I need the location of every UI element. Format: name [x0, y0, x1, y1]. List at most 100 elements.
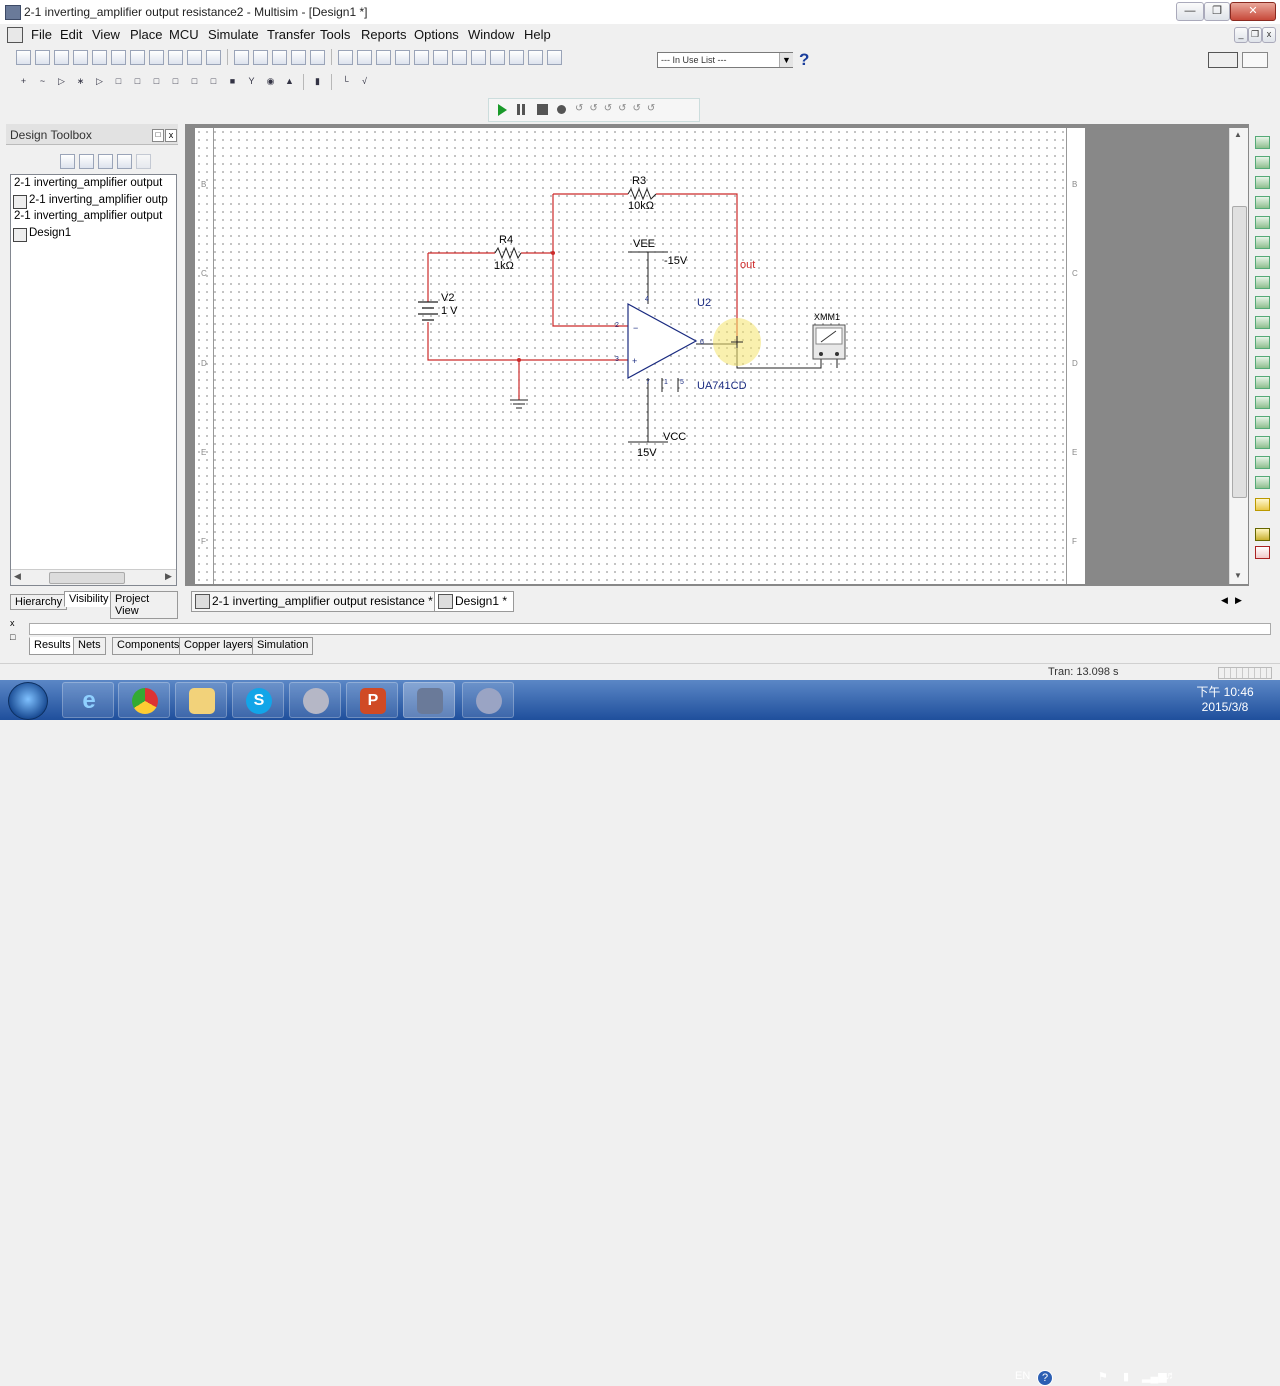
language-indicator[interactable]: EN — [1015, 1370, 1030, 1382]
start-button[interactable] — [8, 682, 48, 720]
multimeter-xmm1[interactable] — [812, 324, 846, 360]
measurement-probe-icon[interactable] — [1255, 498, 1270, 511]
current-probe-icon[interactable] — [1255, 546, 1270, 559]
taskbar-multisim[interactable] — [403, 682, 455, 718]
tab-copper-layers[interactable]: Copper layers — [179, 637, 258, 655]
system-clock[interactable]: 下午 10:46 2015/3/8 — [1190, 683, 1260, 714]
iv-analyzer-icon[interactable] — [1255, 336, 1270, 349]
r4-value[interactable]: 1kΩ — [494, 260, 514, 272]
vertical-scrollbar[interactable]: ▲ ▼ — [1229, 128, 1248, 584]
multisim-icon — [417, 688, 443, 714]
tektronix-oscilloscope-icon[interactable] — [1255, 476, 1270, 489]
battery-v2[interactable] — [418, 301, 438, 321]
ground-symbol — [510, 399, 528, 409]
schematic-icon — [438, 594, 453, 609]
battery-icon[interactable]: ▮ — [1123, 1370, 1129, 1383]
tab-results[interactable]: Results — [29, 637, 76, 655]
chrome-icon — [132, 688, 158, 714]
resistor-r4[interactable] — [494, 246, 522, 260]
agilent-generator-icon[interactable] — [1255, 416, 1270, 429]
tab-scroll-right-icon[interactable]: ▶ — [1235, 595, 1242, 606]
ie-icon: e — [82, 687, 96, 714]
volume-icon[interactable]: ♬ — [1165, 1370, 1176, 1382]
frequency-counter-icon[interactable] — [1255, 256, 1270, 269]
multimeter-icon[interactable] — [1255, 136, 1270, 149]
agilent-oscilloscope-icon[interactable] — [1255, 456, 1270, 469]
meter-icon — [476, 688, 502, 714]
u2-part[interactable]: UA741CD — [697, 380, 747, 392]
logic-converter-icon[interactable] — [1255, 296, 1270, 309]
taskbar-chrome[interactable] — [118, 682, 170, 718]
agilent-multimeter-icon[interactable] — [1255, 436, 1270, 449]
spectrum-analyzer-icon[interactable] — [1255, 376, 1270, 389]
vcc-value[interactable]: 15V — [637, 447, 657, 459]
junction-dot — [517, 358, 521, 362]
clock-time: 下午 10:46 — [1196, 685, 1254, 699]
status-bar: Tran: 13.098 s — [0, 663, 1280, 681]
r3-label[interactable]: R3 — [632, 175, 646, 187]
opamp-u2[interactable] — [627, 302, 698, 380]
pin-number: 3 — [615, 356, 619, 363]
bode-plotter-icon[interactable] — [1255, 236, 1270, 249]
vcc-label[interactable]: VCC — [663, 431, 686, 443]
document-tabs: 2-1 inverting_amplifier output resistanc… — [185, 591, 1245, 612]
labview-instrument-icon[interactable] — [1255, 528, 1270, 541]
progress-indicator — [1218, 667, 1272, 679]
taskbar-internet-explorer[interactable]: e — [62, 682, 114, 718]
pin-icon[interactable]: □ — [10, 632, 15, 642]
powerpoint-icon: P — [360, 688, 386, 714]
logic-analyzer-icon[interactable] — [1255, 316, 1270, 329]
vee-value[interactable]: -15V — [664, 255, 687, 267]
r4-label[interactable]: R4 — [499, 234, 513, 246]
doc-tab-label: 2-1 inverting_amplifier output resistanc… — [212, 594, 433, 608]
doc-tab-design1[interactable]: Design1 * — [434, 591, 514, 612]
gauge-icon — [303, 688, 329, 714]
r3-value[interactable]: 10kΩ — [628, 200, 654, 212]
taskbar-explorer[interactable] — [175, 682, 227, 718]
taskbar-gauge-app[interactable] — [289, 682, 341, 718]
doc-tab-inverting-amplifier[interactable]: 2-1 inverting_amplifier output resistanc… — [191, 591, 443, 612]
v2-label[interactable]: V2 — [441, 292, 454, 304]
distortion-analyzer-icon[interactable] — [1255, 356, 1270, 369]
tab-nets[interactable]: Nets — [73, 637, 106, 655]
skype-icon: S — [246, 688, 272, 714]
signal-icon[interactable]: ▂▄▆ — [1142, 1370, 1167, 1383]
clock-date: 2015/3/8 — [1201, 700, 1249, 714]
pin-number: 7 — [646, 379, 650, 386]
resistor-r3[interactable] — [627, 187, 657, 201]
junction-dot — [551, 251, 555, 255]
word-generator-icon[interactable] — [1255, 276, 1270, 289]
pin-number: 2 — [615, 322, 619, 329]
u2-label[interactable]: U2 — [697, 297, 711, 309]
tab-components[interactable]: Components — [112, 637, 185, 655]
taskbar-skype[interactable]: S — [232, 682, 284, 718]
oscilloscope-icon[interactable] — [1255, 196, 1270, 209]
schematic-icon — [195, 594, 210, 609]
xmm1-label[interactable]: XMM1 — [814, 312, 840, 322]
spreadsheet-view: x □ Results Nets Components Copper layer… — [5, 617, 1275, 659]
instruments-toolbar — [1252, 136, 1274, 559]
wattmeter-icon[interactable] — [1255, 176, 1270, 189]
pin-number: 1 — [664, 379, 668, 386]
tab-scroll-left-icon[interactable]: ◀ — [1221, 595, 1228, 606]
v2-value[interactable]: 1 V — [441, 305, 458, 317]
flag-icon[interactable]: ⚑ — [1098, 1370, 1108, 1383]
svg-text:+: + — [632, 356, 637, 366]
pin-number: 5 — [680, 379, 684, 386]
doc-tab-label: Design1 * — [455, 594, 508, 608]
four-channel-oscilloscope-icon[interactable] — [1255, 216, 1270, 229]
tab-simulation[interactable]: Simulation — [252, 637, 314, 655]
schematic-drawing: − + — [418, 187, 846, 443]
spreadsheet-grid[interactable] — [29, 623, 1271, 635]
help-icon[interactable]: ? — [1037, 1370, 1053, 1386]
taskbar-powerpoint[interactable]: P — [346, 682, 398, 718]
close-icon[interactable]: x — [10, 618, 15, 628]
taskbar: e S P EN ? ⚑ ▮ ▂▄▆ ♬ — [0, 680, 1280, 1386]
network-analyzer-icon[interactable] — [1255, 396, 1270, 409]
taskbar-ultiboard[interactable] — [462, 682, 514, 718]
function-generator-icon[interactable] — [1255, 156, 1270, 169]
vee-label[interactable]: VEE — [633, 238, 655, 250]
folder-icon — [189, 688, 215, 714]
net-out-label[interactable]: out — [740, 259, 755, 271]
pin-number: 4 — [645, 296, 649, 303]
